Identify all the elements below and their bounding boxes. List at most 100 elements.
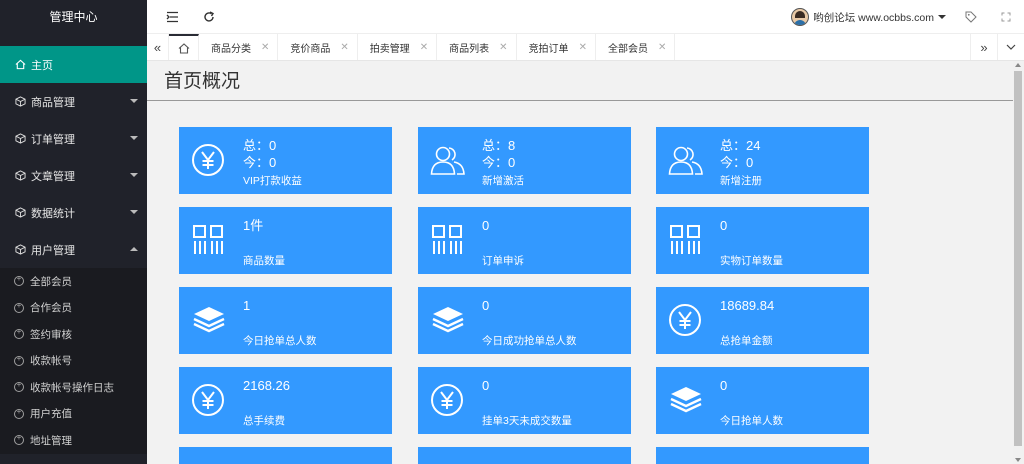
stat-value: 2168.26 [243,378,290,393]
tab-auction-orders[interactable]: 竞拍订单 ✕ [517,34,596,60]
barcode-icon [191,223,225,257]
stat-card-today-grab-total[interactable]: 1 今日抢单总人数 [179,287,392,354]
tabs-menu-chevron-icon[interactable] [997,34,1024,60]
tab-goods-list[interactable]: 商品列表 ✕ [437,34,517,60]
plus-circle-icon [14,433,24,446]
sidebar-item-orders[interactable]: 订单管理 [0,120,147,157]
stat-label: 订单申诉 [482,255,524,267]
tab-home[interactable] [169,34,199,60]
stat-card-total-fee[interactable]: 2168.26 总手续费 [179,367,392,434]
submenu-item-recharge[interactable]: 用户充值 [0,401,147,428]
submenu-label: 收款帐号 [30,355,72,368]
stat-card-total-grab-amount[interactable]: 18689.84 总抢单金额 [656,287,869,354]
sidebar-item-label: 用户管理 [31,244,75,257]
tabs-scroll-left-icon[interactable]: « [147,34,169,60]
users-icon [430,143,465,177]
stat-card-order-appeal[interactable]: 0 订单申诉 [418,207,631,274]
stat-card-today-grab-people[interactable]: 0 今日抢单人数 [656,367,869,434]
stat-card-goods-count[interactable]: 1件 商品数量 [179,207,392,274]
close-icon[interactable]: ✕ [420,42,428,53]
logo: 管理中心 [0,0,147,34]
stat-label: 总手续费 [243,415,285,427]
yuan-icon [191,143,225,177]
tab-bid-goods[interactable]: 竞价商品 ✕ [278,34,358,60]
tab-goods-category[interactable]: 商品分类 ✕ [199,34,279,60]
refresh-icon[interactable] [201,9,217,25]
home-icon [178,42,189,54]
tab-label: 商品列表 [449,43,490,55]
submenu-item-accounts[interactable]: 收款帐号 [0,348,147,375]
sidebar-item-stats[interactable]: 数据统计 [0,194,147,231]
close-icon[interactable]: ✕ [499,42,507,53]
close-icon[interactable]: ✕ [579,42,587,53]
yuan-icon [430,383,464,417]
stat-card-vip-income[interactable]: 总：0 今：0 VIP打款收益 [179,127,392,194]
user-name: 哟创论坛 www.ocbbs.com [813,11,934,24]
users-icon [668,143,703,177]
cube-icon [14,96,26,108]
stat-label: VIP打款收益 [243,175,302,187]
stat-card-new-activation[interactable]: 总：8 今：0 新增激活 [418,127,631,194]
stat-card-pending-3days[interactable]: 0 挂单3天未成交数量 [418,367,631,434]
sidebar-item-articles[interactable]: 文章管理 [0,157,147,194]
yuan-icon [191,383,225,417]
cube-icon [14,207,26,219]
sidebar-item-label: 商品管理 [31,96,75,109]
stat-card-partial[interactable] [656,447,869,464]
submenu-label: 用户充值 [30,408,72,421]
sidebar-item-label: 主页 [31,59,53,72]
tab-label: 竞拍订单 [528,43,569,55]
submenu-label: 合作会员 [30,302,72,315]
scroll-up-icon[interactable] [1015,63,1021,67]
stat-card-new-registration[interactable]: 总：24 今：0 新增注册 [656,127,869,194]
sidebar-item-goods[interactable]: 商品管理 [0,83,147,120]
yuan-icon [668,303,702,337]
tab-bar: « 商品分类 ✕ 竞价商品 ✕ 拍卖管理 ✕ 商品列表 ✕ 竞拍订单 ✕ 全部会员 ✕ » [147,34,1024,61]
submenu-item-address[interactable]: 地址管理 [0,427,147,454]
sidebar-item-users[interactable]: 用户管理 [0,231,147,268]
stat-label: 新增注册 [720,175,762,187]
cube-icon [14,244,26,256]
stat-value: 总：8 [482,138,516,153]
stat-card-today-grab-success[interactable]: 0 今日成功抢单总人数 [418,287,631,354]
plus-circle-icon [14,327,24,340]
submenu-item-all-members[interactable]: 全部会员 [0,268,147,295]
plus-circle-icon [14,354,24,366]
scroll-down-icon[interactable] [1015,458,1021,462]
tabs-scroll-right-icon[interactable]: » [970,34,997,60]
stat-label: 今日成功抢单总人数 [482,335,577,347]
scrollbar-thumb[interactable] [1014,71,1022,446]
close-icon[interactable]: ✕ [658,42,666,53]
submenu-label: 收款帐号操作日志 [30,381,114,394]
stat-value: 0 [720,218,728,233]
plus-circle-icon [14,301,24,313]
stat-card-partial[interactable] [179,447,392,464]
stat-label: 今日抢单总人数 [243,335,317,347]
sidebar-item-home[interactable]: 主页 [0,46,147,83]
submenu-item-partners[interactable]: 合作会员 [0,295,147,322]
close-icon[interactable]: ✕ [261,42,269,53]
caret-down-icon [938,15,946,19]
caret-up-icon [130,247,138,251]
fullscreen-icon[interactable] [998,9,1014,25]
stat-label: 今日抢单人数 [720,415,783,427]
plus-circle-icon [14,380,24,393]
sidebar-item-label: 文章管理 [31,170,75,183]
tag-icon[interactable] [963,9,979,25]
stat-today-value: 今：0 [720,155,754,170]
barcode-icon [668,223,702,257]
stat-value: 0 [720,378,728,393]
tab-auction[interactable]: 拍卖管理 ✕ [358,34,438,60]
tab-all-members[interactable]: 全部会员 ✕ [596,34,676,60]
cube-icon [14,170,26,182]
close-icon[interactable]: ✕ [340,42,348,53]
stat-card-partial[interactable] [418,447,631,464]
scrollbar[interactable] [1013,61,1024,464]
indent-icon[interactable] [164,9,180,25]
submenu-item-account-log[interactable]: 收款帐号操作日志 [0,374,147,401]
submenu-item-contract-review[interactable]: 签约审核 [0,321,147,348]
stat-label: 实物订单数量 [720,255,783,267]
tab-label: 商品分类 [211,43,251,55]
stat-card-physical-orders[interactable]: 0 实物订单数量 [656,207,869,274]
user-menu[interactable]: 哟创论坛 www.ocbbs.com [791,8,946,26]
